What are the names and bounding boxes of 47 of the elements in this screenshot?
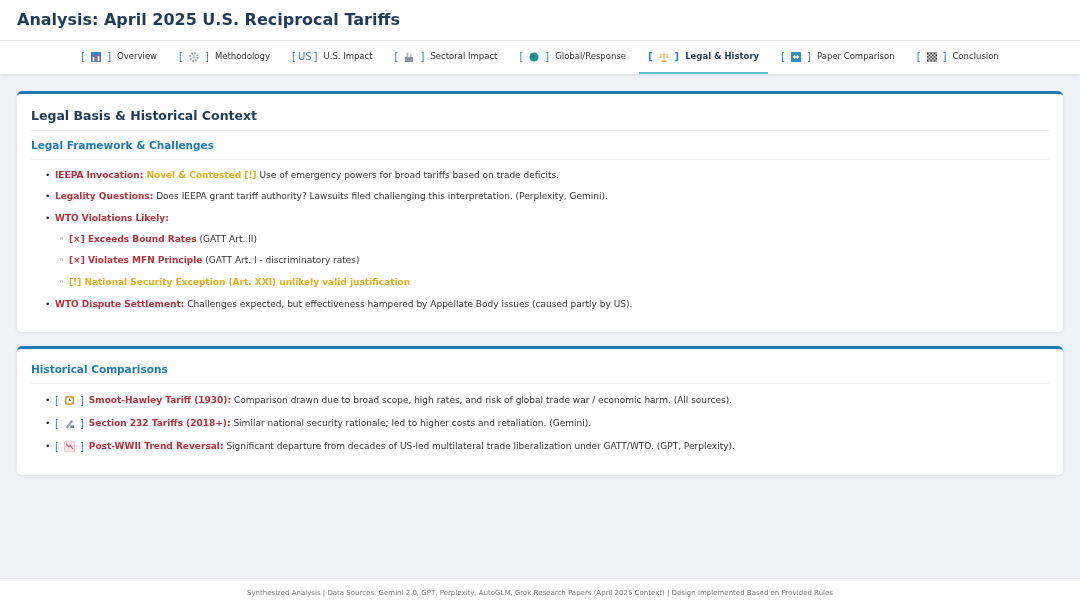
list-item-text: Legality Questions: Does IEEPA grant tariff authority? Lawsuits filed challenging this interpretation. (Perplexity, Gemini). (55, 191, 608, 202)
chart-icon (91, 51, 102, 62)
list-item-text: IEEPA Invocation: Novel & Contested [!] Use of emergency powers for broad tariffs based on trade deficits. (55, 169, 559, 180)
bullet-marker: • (45, 212, 52, 225)
nav-tab[interactable]: [ US ] U.S. Impact (282, 41, 382, 74)
bullet-marker: • (45, 418, 52, 430)
nav-tab[interactable]: [ ] Overview (72, 41, 167, 74)
list-item-text: [×] Violates MFN Principle (GATT Art. I - discriminatory rates) (69, 255, 360, 266)
section-heading: Historical Comparisons (31, 363, 1049, 384)
bullet-marker: ◦ (59, 277, 66, 289)
card-title: Legal Basis & Historical Context (31, 108, 1049, 131)
trend-chart-icon (63, 441, 75, 452)
steel-beam-icon (63, 418, 75, 429)
nav-tab[interactable]: [ ] Conclusion (907, 41, 1008, 74)
page-title: Analysis: April 2025 U.S. Reciprocal Tariffs (17, 10, 400, 30)
nav-tab[interactable]: [ ] Legal & History (639, 41, 769, 74)
clock-icon (63, 395, 75, 406)
bracket-text: [ (55, 394, 59, 407)
list-item-text: [×] Exceeds Bound Rates (GATT Art. II) (69, 233, 257, 244)
section-heading: Legal Framework & Challenges (31, 139, 1049, 160)
list-item-text: Post-WWII Trend Reversal: Significant departure from decades of US-led multilateral trade liberalization under GATT/WTO. (GPT, Perplexity). (88, 441, 735, 451)
globe-icon (529, 51, 540, 62)
list-item-text: WTO Dispute Settlement: Challenges expected, but effectiveness hampered by Appellate Body issues (caused partly by US). (55, 298, 633, 309)
bullet-marker: • (45, 169, 52, 182)
nav-tab[interactable]: [ ] Sectoral Impact (385, 41, 507, 74)
nav-tab[interactable]: [ ] Methodology (170, 41, 279, 74)
nav-tab[interactable]: [ ] Global/Response (510, 41, 635, 74)
list-item-text: Smoot-Hawley Tariff (1930): Comparison drawn due to broad scope, high rates, and risk of global trade war / economic harm. (All sources). (88, 395, 733, 405)
bullet-marker: • (45, 395, 52, 407)
nav-tab[interactable]: [ ] Paper Comparison (772, 41, 904, 74)
bracket-text: ] (79, 394, 84, 407)
bracket-text: [ (55, 440, 59, 453)
bracket-text: ] (79, 417, 84, 430)
gear-icon (189, 51, 199, 62)
list-item-text: [!] National Security Exception (Art. XXI) unlikely valid justification (69, 277, 411, 288)
factory-icon (404, 51, 415, 62)
bullet-marker: ◦ (59, 233, 66, 246)
bracket-text: [ (55, 417, 59, 430)
bullet-marker: • (45, 298, 52, 311)
bullet-marker: ◦ (59, 255, 66, 268)
bracket-text: ] (79, 440, 84, 453)
bullet-marker: • (45, 191, 52, 203)
list-item-text: Section 232 Tariffs (2018+): Similar national security rationale; led to higher costs and retaliation. (Gemini). (88, 418, 592, 428)
list-item-text: WTO Violations Likely: (55, 212, 169, 223)
bullet-marker: • (45, 441, 52, 453)
checkered-flag-icon (926, 51, 937, 62)
swap-arrows-icon (791, 51, 802, 62)
